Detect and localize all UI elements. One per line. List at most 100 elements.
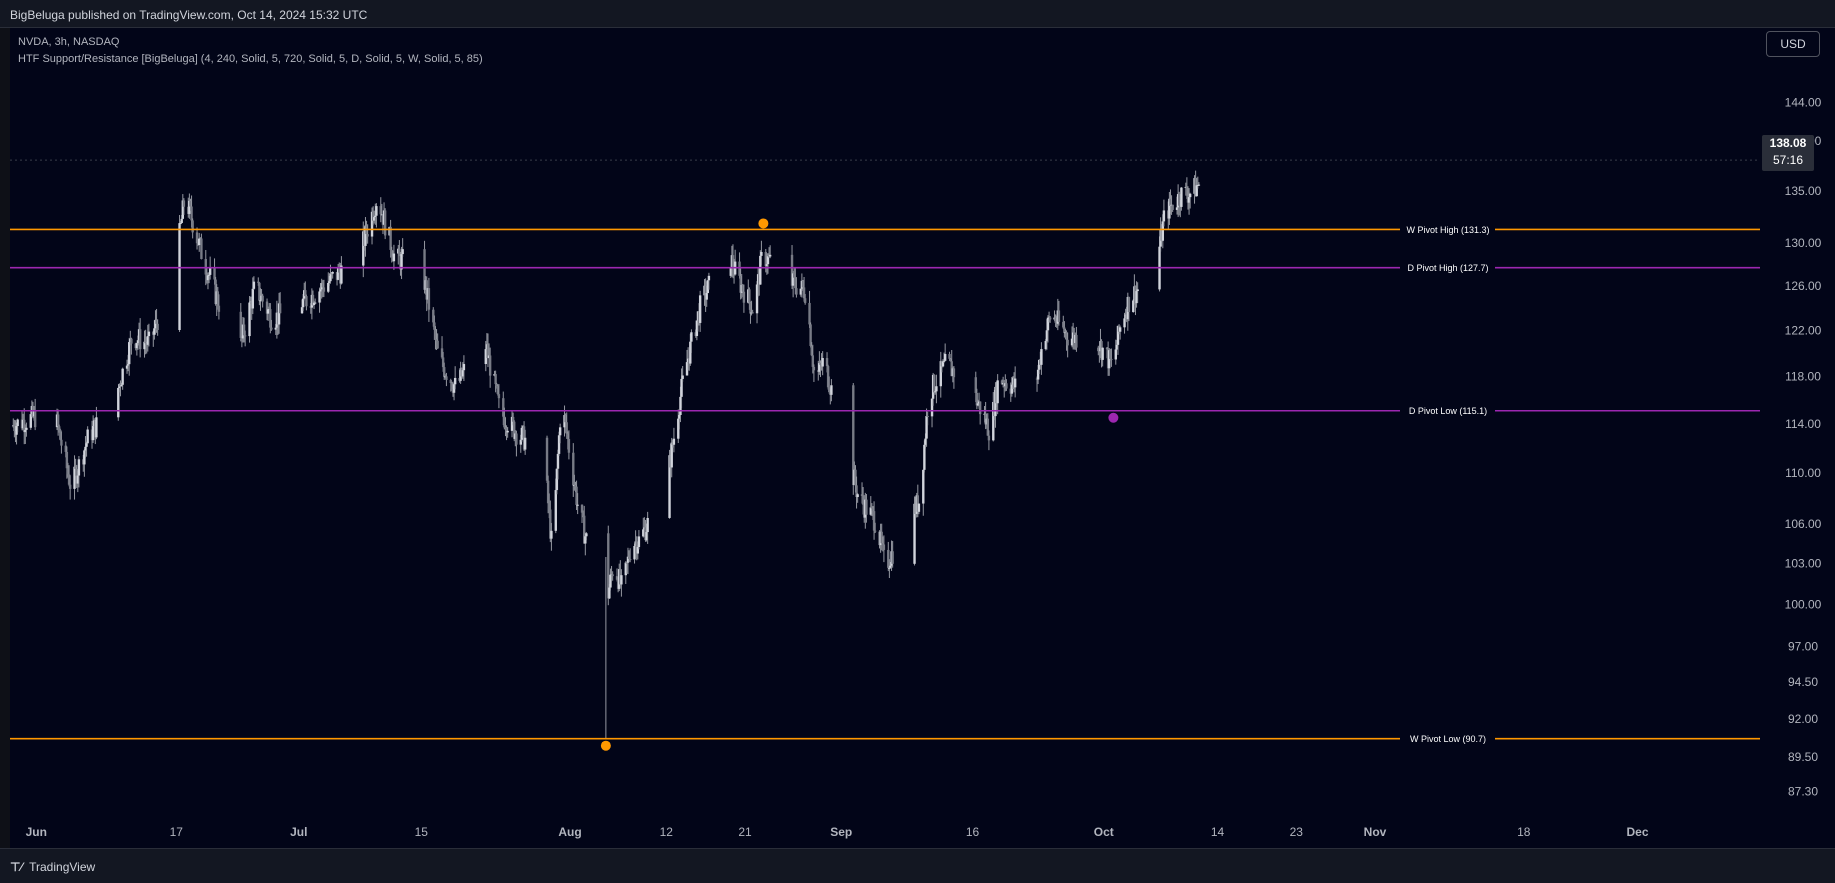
y-tick-label: 103.00 [1785,557,1822,571]
pivot-marker [758,218,769,229]
candle-body [77,459,81,476]
candle-body [1110,358,1113,360]
candle-body [672,438,676,445]
candle-body [891,551,894,564]
price-chart[interactable]: W Pivot High (131.3) D Pivot High (127.7)… [0,0,1835,883]
candle-body [436,340,439,349]
candle-body [270,327,273,330]
candle-body [646,517,649,533]
candle-body [462,364,466,371]
candle-body [506,430,509,433]
candle-body [558,427,562,436]
candle-body [252,281,256,289]
last-price-tag: 138.08 57:16 [1762,135,1814,171]
candle-body [248,302,251,337]
candle-body [545,437,549,481]
x-tick-label: Dec [1626,825,1648,839]
candle-body [707,275,711,281]
candle-body [208,268,212,275]
candle-body [1162,210,1166,222]
candle-body [60,439,63,446]
candle-body [628,559,632,561]
candle-body [180,218,183,223]
candle-body [322,287,326,292]
candle-body [698,295,702,323]
candle-body [178,223,181,330]
candle-body [401,249,404,255]
candle-body [821,358,824,367]
candle-body [56,414,60,427]
candle-body [865,499,868,515]
y-tick-label: 87.30 [1788,784,1818,798]
candle-body [620,575,623,585]
candle-body [1114,349,1117,360]
candle-body [392,253,396,262]
y-tick-label: 130.00 [1785,236,1822,250]
candle-body [331,272,334,274]
time-axis: Jun 17 Jul 15 Aug 12 21 Sep 16 Oct 14 23 Nov 18 Dec [26,825,1649,839]
x-tick-label: Nov [1364,825,1387,839]
candle-body [427,288,431,310]
y-tick-label: 144.00 [1785,95,1822,109]
candle-body [803,298,807,303]
candle-body [830,385,833,395]
candle-body [768,254,772,257]
candle-body [156,323,159,330]
candle-body [576,504,579,506]
candle-body [445,376,448,381]
candle-body [494,374,497,385]
candle-body [191,220,194,233]
candle-body [808,302,811,325]
candle-body [85,443,88,447]
y-tick-label: 100.00 [1785,597,1822,611]
candle-body [130,338,133,344]
currency-button[interactable]: USD [1766,31,1820,57]
candle-body [1057,310,1061,322]
candles [12,170,1201,739]
y-tick-label: 89.50 [1788,750,1818,764]
candle-body [554,490,557,531]
candle-body [25,427,28,430]
brand[interactable]: ⊤⁄ TradingView [10,860,95,874]
tradingview-logo-icon: ⊤⁄ [10,860,23,874]
pivot-level-label: W Pivot High (131.3) [1406,225,1489,235]
candle-body [523,437,527,450]
candle-body [1127,296,1131,313]
x-tick-label: Aug [558,825,581,839]
bottom-bar: ⊤⁄ TradingView [0,848,1835,883]
candle-body [1171,204,1174,210]
candle-body [515,433,518,445]
candle-body [389,226,392,250]
candle-body [952,368,956,378]
x-tick-label: Sep [830,825,852,839]
candle-body [882,544,886,550]
candle-body [1005,383,1008,389]
candle-body [760,251,763,256]
candle-body [182,200,186,207]
chart-legend: NVDA, 3h, NASDAQ HTF Support/Resistance … [18,34,483,68]
pivot-markers [600,218,1119,751]
x-tick-label: 21 [738,825,752,839]
price-axis: 144.00140.00135.00130.00126.00122.00118.… [1785,95,1822,798]
candle-body [1040,349,1043,365]
x-tick-label: Jul [290,825,307,839]
pivot-level-label: D Pivot High (127.7) [1407,263,1488,273]
candle-body [556,453,560,469]
candle-body [305,296,308,307]
candle-body [1136,289,1139,292]
candle-body [742,291,746,303]
candle-body [926,416,929,418]
candle-body [942,360,946,362]
candle-body [243,335,247,337]
last-price: 138.08 [1769,136,1807,150]
candle-body [1013,378,1017,388]
y-tick-label: 114.00 [1785,417,1821,431]
candle-body [751,312,754,314]
candle-body [935,386,938,392]
candle-body [239,311,242,338]
y-tick-label: 110.00 [1785,466,1821,480]
candle-body [453,377,457,385]
candle-body [923,444,926,470]
candle-body [313,302,317,304]
candle-body [200,238,203,260]
